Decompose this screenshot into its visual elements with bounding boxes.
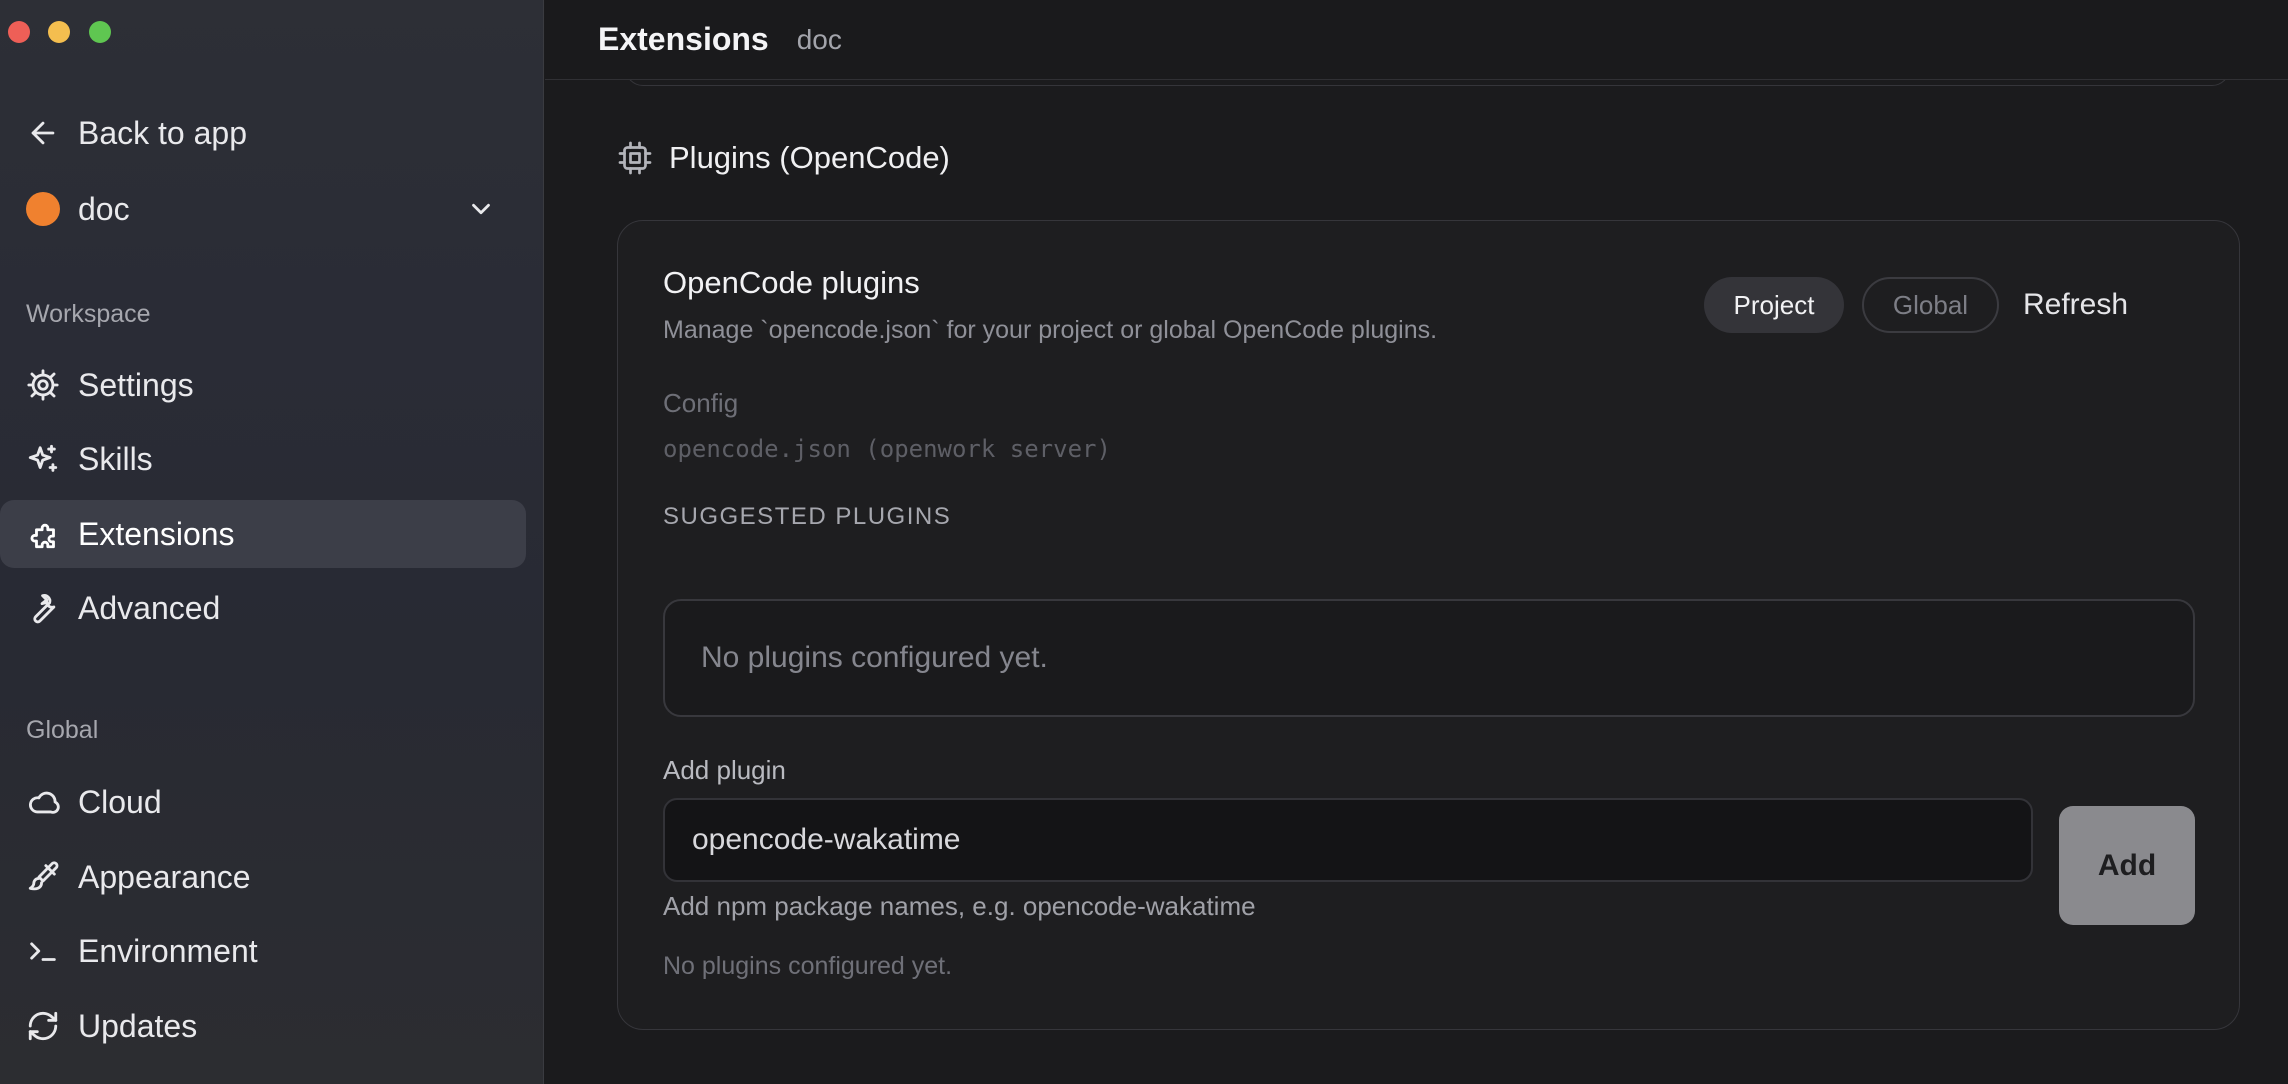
sidebar-item-skills[interactable]: Skills [0,425,526,493]
plugins-empty-state: No plugins configured yet. [663,599,2195,717]
section-title: Plugins (OpenCode) [669,140,950,175]
add-plugin-input[interactable] [663,798,2033,882]
header-bar: Extensions doc [545,0,2288,80]
sidebar-item-advanced[interactable]: Advanced [0,574,526,642]
config-label: Config [663,388,739,418]
chevron-down-icon [472,203,490,215]
sparkles-icon [26,442,60,476]
scope-global-button[interactable]: Global [1862,277,1999,333]
back-to-app-label: Back to app [78,114,247,151]
add-plugin-hint: Add npm package names, e.g. opencode-wak… [663,891,1256,921]
config-path: opencode.json (openwork server) [663,435,1111,463]
card-description: Manage `opencode.json` for your project … [663,316,1438,344]
workspace-picker[interactable]: doc [0,175,526,243]
window-close-button[interactable] [8,21,30,43]
chip-icon [618,141,652,175]
sidebar-item-label: Environment [78,932,258,969]
opencode-plugins-card: OpenCode plugins Manage `opencode.json` … [617,220,2240,1030]
global-section-label: Global [26,716,99,744]
suggested-plugins-heading: SUGGESTED PLUGINS [663,503,952,530]
sidebar-item-label: Updates [78,1007,198,1044]
card-title: OpenCode plugins [663,265,920,300]
wrench-icon [26,591,60,625]
sidebar-item-label: Cloud [78,783,162,820]
sidebar-item-environment[interactable]: Environment [0,917,526,985]
sidebar-item-label: Appearance [78,858,251,895]
workspace-section-label: Workspace [26,300,151,328]
empty-state-message: No plugins configured yet. [701,641,1048,674]
scope-project-button[interactable]: Project [1704,277,1844,333]
cloud-icon [26,785,60,819]
arrow-left-icon [26,116,60,150]
previous-card-edge [625,80,2230,86]
sidebar: Back to app doc Workspace Settings Skill… [0,0,544,1084]
page-title: Extensions [598,21,769,57]
workspace-name: doc [78,190,130,227]
add-plugin-button[interactable]: Add [2059,806,2195,925]
sidebar-item-appearance[interactable]: Appearance [0,843,526,911]
plugins-section-heading: Plugins (OpenCode) [617,140,950,176]
puzzle-icon [26,517,60,551]
plugins-status-note: No plugins configured yet. [663,952,953,980]
workspace-color-dot [26,192,60,226]
refresh-button[interactable]: Refresh [2023,277,2128,333]
window-zoom-button[interactable] [89,21,111,43]
sidebar-item-updates[interactable]: Updates [0,992,526,1060]
add-plugin-label: Add plugin [663,755,786,785]
sidebar-item-label: Extensions [78,515,235,552]
sidebar-item-extensions[interactable]: Extensions [0,500,526,568]
window-minimize-button[interactable] [48,21,70,43]
sidebar-item-cloud[interactable]: Cloud [0,768,526,836]
sidebar-item-label: Advanced [78,589,221,626]
gear-icon [26,368,60,402]
refresh-icon [26,1009,60,1043]
main-content: Plugins (OpenCode) OpenCode plugins Mana… [545,80,2288,1084]
back-to-app-button[interactable]: Back to app [0,99,526,167]
paintbrush-icon [26,860,60,894]
sidebar-item-label: Settings [78,366,194,403]
sidebar-item-label: Skills [78,440,153,477]
sidebar-item-settings[interactable]: Settings [0,351,526,419]
breadcrumb: doc [796,23,842,55]
terminal-icon [26,934,60,968]
